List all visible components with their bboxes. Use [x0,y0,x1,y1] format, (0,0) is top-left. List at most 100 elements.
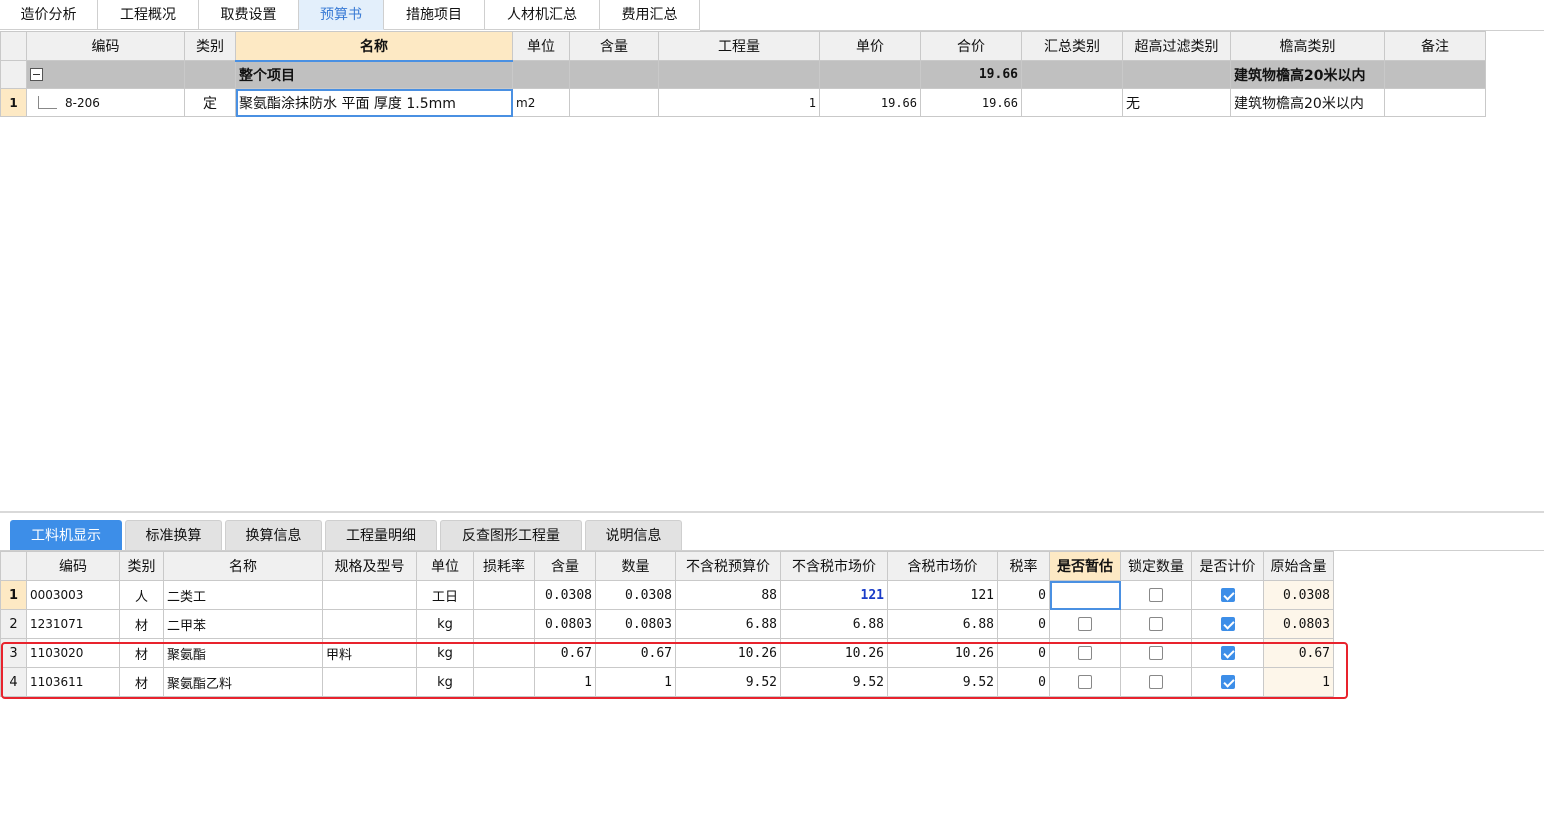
tab-labor-material-summary[interactable]: 人材机汇总 [485,0,600,30]
quantity-cell[interactable]: 0.0308 [595,580,676,610]
lock-quantity-checkbox[interactable] [1149,646,1163,660]
budget-price-cell[interactable]: 88 [675,580,781,610]
priced-checkbox[interactable] [1220,675,1235,689]
col-header-type[interactable]: 类别 [184,31,236,61]
content-cell[interactable]: 0.67 [534,638,596,668]
quantity-cell[interactable]: 0.0803 [595,609,676,639]
priced-checkbox[interactable] [1220,617,1235,631]
row-number[interactable]: 4 [0,667,27,697]
priced-cell[interactable] [1191,580,1264,610]
tab-fee-summary[interactable]: 费用汇总 [600,0,700,30]
col-header-priced[interactable]: 是否计价 [1191,551,1264,581]
name-cell[interactable]: 聚氨酯 [163,638,323,668]
loss-rate-cell[interactable] [473,638,535,668]
unit-cell[interactable]: kg [416,667,474,697]
remark-cell[interactable] [1384,88,1486,117]
quantity-cell[interactable]: 1 [595,667,676,697]
budget-price-cell[interactable]: 6.88 [675,609,781,639]
col-header-original-content[interactable]: 原始含量 [1263,551,1334,581]
lock-quantity-cell[interactable] [1120,667,1192,697]
lock-quantity-checkbox[interactable] [1149,617,1163,631]
tab-reverse-graphic-quantity[interactable]: 反查图形工程量 [440,520,582,550]
table-row[interactable]: 3 1103020 材 聚氨酯 甲料 kg 0.67 0.67 10.26 10… [0,638,1334,668]
collapse-icon[interactable] [30,68,43,81]
total-cell[interactable]: 19.66 [920,88,1022,117]
tax-rate-cell[interactable]: 0 [997,638,1050,668]
type-cell[interactable]: 人 [119,580,164,610]
priced-checkbox[interactable] [1220,588,1235,602]
code-cell[interactable] [26,60,185,89]
priced-cell[interactable] [1191,638,1264,668]
market-price-tax-cell[interactable]: 9.52 [887,667,998,697]
group-row-whole-project[interactable]: 整个项目 19.66 建筑物檐高20米以内 [0,60,1486,89]
content-cell[interactable]: 0.0803 [534,609,596,639]
spec-cell[interactable] [322,609,417,639]
col-header-eave-category[interactable]: 檐高类别 [1230,31,1385,61]
quantity-cell[interactable] [658,60,820,89]
lock-quantity-checkbox[interactable] [1149,588,1163,602]
quantity-cell[interactable]: 0.67 [595,638,676,668]
eave-category-cell[interactable]: 建筑物檐高20米以内 [1230,60,1385,89]
tab-project-overview[interactable]: 工程概况 [98,0,199,30]
name-cell[interactable]: 整个项目 [235,60,513,89]
tab-cost-analysis[interactable]: 造价分析 [0,0,98,30]
tab-fee-settings[interactable]: 取费设置 [199,0,299,30]
market-price-cell[interactable]: 121 [780,580,888,610]
priced-checkbox[interactable] [1220,646,1235,660]
market-price-tax-cell[interactable]: 10.26 [887,638,998,668]
original-content-cell[interactable]: 0.67 [1263,638,1334,668]
content-cell[interactable] [569,88,659,117]
content-cell[interactable]: 0.0308 [534,580,596,610]
market-price-cell[interactable]: 6.88 [780,609,888,639]
col-header-market-price[interactable]: 不含税市场价 [780,551,888,581]
remark-cell[interactable] [1384,60,1486,89]
priced-cell[interactable] [1191,609,1264,639]
name-cell[interactable]: 聚氨酯涂抹防水 平面 厚度 1.5mm [235,88,513,117]
type-cell[interactable]: 材 [119,638,164,668]
original-content-cell[interactable]: 0.0308 [1263,580,1334,610]
provisional-cell[interactable] [1049,638,1121,668]
tab-measures[interactable]: 措施项目 [384,0,485,30]
summary-category-cell[interactable] [1021,88,1123,117]
budget-price-cell[interactable]: 9.52 [675,667,781,697]
unit-cell[interactable]: m2 [512,88,570,117]
market-price-cell[interactable]: 9.52 [780,667,888,697]
market-price-cell[interactable]: 10.26 [780,638,888,668]
provisional-checkbox[interactable] [1078,675,1092,689]
tab-budget-book[interactable]: 预算书 [299,0,384,30]
market-price-tax-cell[interactable]: 121 [887,580,998,610]
priced-cell[interactable] [1191,667,1264,697]
lock-quantity-cell[interactable] [1120,580,1192,610]
col-header-quantity[interactable]: 数量 [595,551,676,581]
col-header-name[interactable]: 名称 [163,551,323,581]
loss-rate-cell[interactable] [473,580,535,610]
tax-rate-cell[interactable]: 0 [997,609,1050,639]
col-header-content[interactable]: 含量 [534,551,596,581]
code-cell[interactable]: 1231071 [26,609,120,639]
table-row[interactable]: 1 8-206 定 聚氨酯涂抹防水 平面 厚度 1.5mm m2 1 19.66… [0,88,1486,117]
original-content-cell[interactable]: 1 [1263,667,1334,697]
unit-price-cell[interactable] [819,60,921,89]
original-content-cell[interactable]: 0.0803 [1263,609,1334,639]
name-cell[interactable]: 聚氨酯乙料 [163,667,323,697]
unit-cell[interactable]: kg [416,609,474,639]
code-cell[interactable]: 0003003 [26,580,120,610]
provisional-cell[interactable] [1049,667,1121,697]
col-header-height-filter[interactable]: 超高过滤类别 [1122,31,1231,61]
total-cell[interactable]: 19.66 [920,60,1022,89]
col-header-unit-price[interactable]: 单价 [819,31,921,61]
col-header-code[interactable]: 编码 [26,31,185,61]
col-header-tax-rate[interactable]: 税率 [997,551,1050,581]
tab-labor-material-display[interactable]: 工料机显示 [10,520,122,550]
col-header-loss-rate[interactable]: 损耗率 [473,551,535,581]
table-row[interactable]: 2 1231071 材 二甲苯 kg 0.0803 0.0803 6.88 6.… [0,609,1334,639]
row-number[interactable]: 1 [0,580,27,610]
col-header-total[interactable]: 合价 [920,31,1022,61]
tax-rate-cell[interactable]: 0 [997,580,1050,610]
provisional-checkbox[interactable] [1078,646,1092,660]
market-price-tax-cell[interactable]: 6.88 [887,609,998,639]
col-header-content[interactable]: 含量 [569,31,659,61]
col-header-remark[interactable]: 备注 [1384,31,1486,61]
unit-cell[interactable]: 工日 [416,580,474,610]
budget-price-cell[interactable]: 10.26 [675,638,781,668]
